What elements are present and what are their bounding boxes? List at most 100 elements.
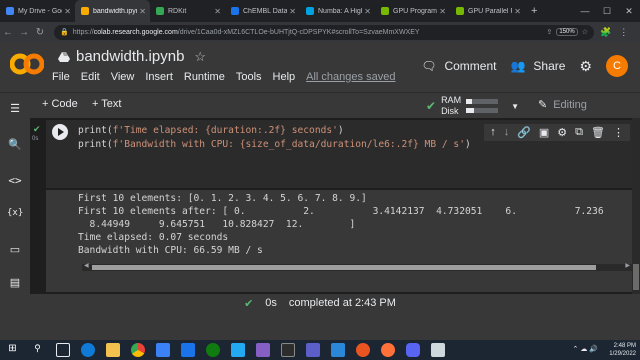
- photos-icon[interactable]: [330, 343, 345, 357]
- menu-insert[interactable]: Insert: [145, 71, 178, 83]
- url-input[interactable]: 🔒 https://colab.research.google.com/driv…: [54, 24, 594, 40]
- browser-tab-bandwidth[interactable]: bandwidth.ipynb✕: [75, 0, 150, 22]
- extensions-icon[interactable]: 🧩: [600, 27, 611, 38]
- execution-status-bar[interactable]: ✔ 0s completed at 2:43 PM: [0, 294, 640, 312]
- browser-tab-rdkit[interactable]: RDKit ✕: [150, 0, 225, 22]
- saved-status-link[interactable]: All changes saved: [306, 71, 400, 83]
- code-editor[interactable]: print(f'Time elapsed: {duration:.2f} sec…: [46, 120, 640, 188]
- close-tab-icon[interactable]: ✕: [289, 7, 296, 16]
- add-code-button[interactable]: + Code: [42, 98, 78, 110]
- avatar[interactable]: C: [606, 55, 628, 77]
- status-check-icon: ✔: [244, 297, 254, 310]
- terminal-icon[interactable]: ▤: [7, 276, 23, 292]
- terminal-app-icon[interactable]: [280, 343, 295, 357]
- star-icon[interactable]: ☆: [194, 49, 206, 65]
- run-cell-button[interactable]: [52, 124, 68, 140]
- close-tab-icon[interactable]: ✕: [439, 7, 446, 16]
- firefox-icon[interactable]: [380, 343, 395, 357]
- close-tab-icon[interactable]: ✕: [514, 7, 521, 16]
- status-time: 0s: [265, 297, 277, 309]
- variables-icon[interactable]: {x}: [7, 208, 23, 224]
- code-token: print(: [78, 138, 113, 150]
- close-tab-icon[interactable]: ✕: [214, 7, 221, 16]
- scrollbar-thumb[interactable]: [633, 264, 639, 290]
- ram-disk-indicator[interactable]: ✔ RAM Disk ▼: [426, 95, 519, 117]
- forward-icon[interactable]: →: [16, 27, 32, 38]
- store-icon[interactable]: [155, 343, 170, 357]
- editing-mode-button[interactable]: ✎ Editing: [538, 98, 587, 112]
- teams-icon[interactable]: [305, 343, 320, 357]
- windows-start-icon[interactable]: ⊞: [6, 343, 20, 357]
- search-icon[interactable]: 🔍: [7, 138, 23, 154]
- back-icon[interactable]: ←: [0, 27, 16, 38]
- menu-view[interactable]: View: [111, 71, 140, 83]
- bookmark-star-icon[interactable]: ☆: [582, 28, 588, 36]
- browser-tab-numba[interactable]: Numba: A High P✕: [300, 0, 375, 22]
- vscode-icon[interactable]: [230, 343, 245, 357]
- code-text[interactable]: print(f'Time elapsed: {duration:.2f} sec…: [78, 124, 471, 151]
- menu-edit[interactable]: Edit: [81, 71, 105, 83]
- task-view-icon[interactable]: [55, 343, 70, 357]
- move-down-icon[interactable]: ↓: [504, 126, 510, 139]
- taskbar-clock[interactable]: 2:48 PM 1/29/2022: [609, 342, 636, 358]
- system-tray-icons[interactable]: ⌃ ☁ 🔊: [573, 345, 598, 353]
- scrollbar-thumb[interactable]: [92, 265, 596, 270]
- reload-icon[interactable]: ↻: [32, 27, 48, 38]
- menu-tools[interactable]: Tools: [236, 71, 267, 83]
- browser-tab-gpu-programming[interactable]: GPU Programmin✕: [375, 0, 450, 22]
- files-folder-icon[interactable]: ▭: [7, 243, 23, 259]
- mirror-cell-icon[interactable]: ⧉: [575, 126, 583, 139]
- chrome-browser-icon[interactable]: [130, 343, 145, 357]
- comment-button[interactable]: 🗨 Comment: [421, 59, 496, 73]
- browser-tab-chembl[interactable]: ChEMBL Database✕: [225, 0, 300, 22]
- close-tab-icon[interactable]: ✕: [364, 7, 371, 16]
- file-explorer-icon[interactable]: [105, 343, 120, 357]
- os-taskbar: ⊞ ⚲ ⌃ ☁ 🔊 2:48 PM 1/29/2022: [0, 340, 640, 360]
- comment-cell-icon[interactable]: ▣: [539, 126, 549, 139]
- share-label: Share: [533, 59, 566, 73]
- close-window-icon[interactable]: ✕: [618, 6, 640, 17]
- add-text-button[interactable]: + Text: [92, 98, 121, 110]
- notepad-icon[interactable]: [430, 343, 445, 357]
- zoom-badge[interactable]: 150%: [556, 28, 578, 36]
- ubuntu-icon[interactable]: [355, 343, 370, 357]
- search-icon[interactable]: ⚲: [31, 343, 45, 357]
- close-tab-icon[interactable]: ✕: [64, 7, 71, 16]
- address-bar-row: ← → ↻ 🔒 https://colab.research.google.co…: [0, 22, 640, 42]
- output-horizontal-scrollbar[interactable]: ◀ ▶: [82, 262, 632, 271]
- browser-tab-gpu-parallel[interactable]: GPU Parallel Progra✕: [450, 0, 525, 22]
- cell-settings-gear-icon[interactable]: ⚙: [557, 126, 567, 139]
- more-options-icon[interactable]: ⋮: [613, 126, 624, 139]
- visual-studio-icon[interactable]: [255, 343, 270, 357]
- menu-help[interactable]: Help: [273, 71, 301, 83]
- delete-trash-icon[interactable]: 🗑: [591, 126, 605, 139]
- xbox-icon[interactable]: [205, 343, 220, 357]
- mail-icon[interactable]: [180, 343, 195, 357]
- browser-menu-icon[interactable]: ⋮: [619, 27, 628, 38]
- notebook-title-text[interactable]: bandwidth.ipynb: [76, 48, 184, 65]
- minimize-icon[interactable]: —: [574, 6, 596, 16]
- menu-file[interactable]: File: [52, 71, 75, 83]
- code-snippets-icon[interactable]: <>: [7, 174, 23, 190]
- close-tab-icon[interactable]: ✕: [139, 7, 146, 16]
- colab-logo-icon[interactable]: [10, 52, 44, 76]
- share-button[interactable]: 👥 Share: [510, 59, 565, 73]
- scroll-left-icon[interactable]: ◀: [84, 262, 89, 269]
- share-page-icon[interactable]: ⇪: [546, 28, 552, 36]
- discord-icon[interactable]: [405, 343, 420, 357]
- notebook-vertical-scrollbar[interactable]: [632, 118, 640, 294]
- chevron-down-icon[interactable]: ▼: [511, 102, 519, 111]
- code-cell[interactable]: ✔ 0s print(f'Time elapsed: {duration:.2f…: [30, 120, 640, 188]
- scroll-right-icon[interactable]: ▶: [625, 262, 630, 269]
- hamburger-menu-icon[interactable]: ☰: [7, 102, 23, 118]
- menu-bar: File Edit View Insert Runtime Tools Help…: [52, 71, 406, 83]
- edge-browser-icon[interactable]: [80, 343, 95, 357]
- link-icon[interactable]: 🔗: [517, 126, 531, 139]
- code-token: ): [337, 125, 344, 136]
- new-tab-button[interactable]: +: [525, 5, 543, 17]
- maximize-icon[interactable]: ☐: [596, 6, 618, 17]
- settings-gear-icon[interactable]: ⚙: [579, 58, 592, 75]
- browser-tab-my-drive[interactable]: My Drive - Google✕: [0, 0, 75, 22]
- menu-runtime[interactable]: Runtime: [184, 71, 230, 83]
- move-up-icon[interactable]: ↑: [490, 126, 496, 139]
